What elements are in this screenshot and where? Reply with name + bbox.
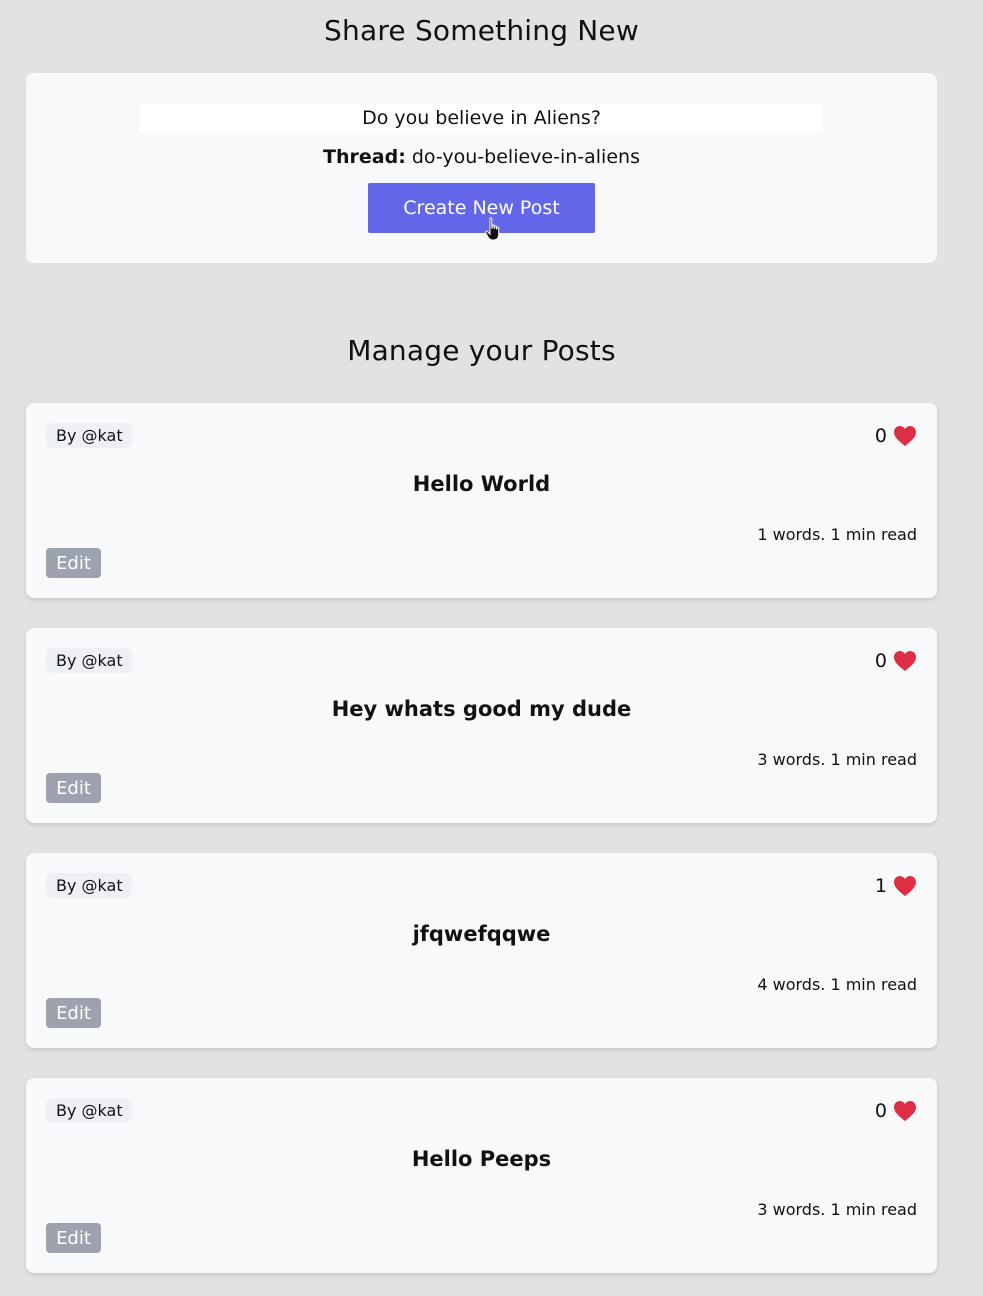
hand-cursor-icon (484, 217, 500, 241)
thread-label: Thread: (323, 146, 406, 168)
edit-post-button[interactable]: Edit (46, 998, 101, 1028)
like-count: 1 (874, 875, 887, 897)
edit-post-button[interactable]: Edit (46, 548, 101, 578)
post-title: Hey whats good my dude (331, 697, 632, 721)
author-badge: By @kat (46, 873, 132, 898)
reading-stats: 3 words. 1 min read (757, 750, 917, 769)
author-badge: By @kat (46, 1098, 132, 1123)
post-title: Hello Peeps (411, 1147, 552, 1171)
create-post-button[interactable]: Create New Post (368, 183, 595, 233)
like-count: 0 (874, 1100, 887, 1122)
share-heading: Share Something New (324, 14, 639, 47)
manage-heading: Manage your Posts (347, 334, 616, 367)
author-badge: By @kat (46, 648, 132, 673)
heart-icon[interactable] (893, 875, 917, 897)
like-count: 0 (874, 650, 887, 672)
like-counter[interactable]: 0 (875, 1100, 917, 1122)
edit-post-button[interactable]: Edit (46, 773, 101, 803)
post-card: By @kat 0 Hey whats good my dude 3 words… (26, 628, 937, 823)
reading-stats: 3 words. 1 min read (757, 1200, 917, 1219)
post-title: Hello World (412, 472, 551, 496)
reading-stats: 1 words. 1 min read (757, 525, 917, 544)
author-badge: By @kat (46, 423, 132, 448)
heart-icon[interactable] (893, 425, 917, 447)
post-card: By @kat 0 Hello Peeps 3 words. 1 min rea… (26, 1078, 937, 1273)
like-count: 0 (874, 425, 887, 447)
like-counter[interactable]: 1 (875, 875, 917, 897)
post-card: By @kat 0 Hello World 1 words. 1 min rea… (26, 403, 937, 598)
new-post-form: Thread: do-you-believe-in-aliens Create … (26, 73, 937, 263)
reading-stats: 4 words. 1 min read (757, 975, 917, 994)
post-card: By @kat 1 jfqwefqqwe 4 words. 1 min read… (26, 853, 937, 1048)
thread-slug: do-you-believe-in-aliens (411, 146, 640, 168)
post-title: jfqwefqqwe (412, 922, 551, 946)
like-counter[interactable]: 0 (875, 425, 917, 447)
thread-slug-line: Thread: do-you-believe-in-aliens (26, 146, 937, 168)
like-counter[interactable]: 0 (875, 650, 917, 672)
heart-icon[interactable] (893, 1100, 917, 1122)
post-title-input[interactable] (140, 103, 823, 133)
heart-icon[interactable] (893, 650, 917, 672)
edit-post-button[interactable]: Edit (46, 1223, 101, 1253)
